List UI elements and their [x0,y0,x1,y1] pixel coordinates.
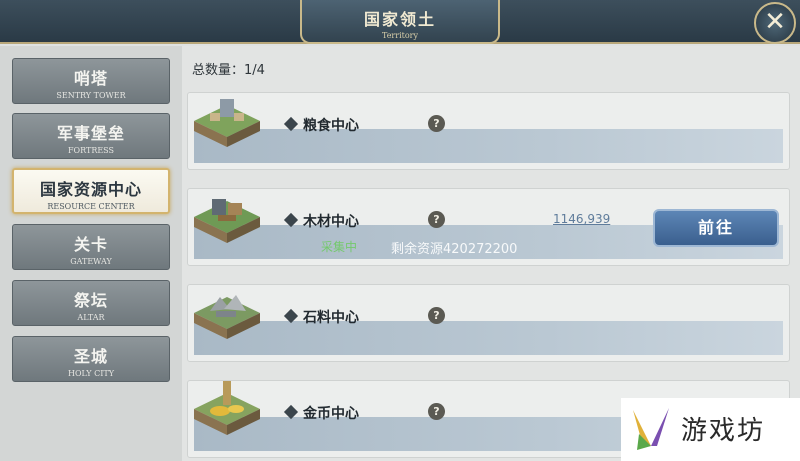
page-title: 国家领土 [363,10,436,29]
question-icon[interactable]: ? [428,115,445,132]
wood-center-thumbnail [194,199,260,243]
resource-name: 金币中心 [303,406,359,422]
gathering-status: 采集中 [321,240,358,254]
page-subtitle: Territory [381,31,419,40]
sidebar-item-fortress[interactable]: 军事堡垒 FORTRESS [12,113,170,159]
card-band [194,321,783,355]
sidebar-item-label: 祭坛 [73,291,108,310]
watermark-text: 游戏坊 [681,416,766,446]
card-band [194,129,783,163]
sidebar-item-holy-city[interactable]: 圣城 HOLY CITY [12,336,170,382]
sidebar-item-label: 关卡 [73,235,108,254]
sidebar-item-label: 军事堡垒 [56,124,125,143]
goto-button[interactable]: 前往 [653,209,779,247]
close-icon: ✕ [764,7,786,37]
sidebar-item-sublabel: GATEWAY [70,257,112,266]
question-icon[interactable]: ? [428,307,445,324]
sidebar-item-sublabel: FORTRESS [67,146,114,155]
sidebar-item-altar[interactable]: 祭坛 ALTAR [12,280,170,326]
watermark: 游戏坊 [621,398,800,461]
resource-card-wood[interactable]: 木材中心 ? 采集中 剩余资源420272200 1146,939 前往 [187,188,790,266]
resource-name: 木材中心 [303,214,359,230]
coordinate-link[interactable]: 1146,939 [553,212,610,226]
sidebar-item-sublabel: SENTRY TOWER [56,91,126,100]
title-plate: 国家领土 Territory [300,0,500,44]
sidebar-item-label: 圣城 [73,347,108,366]
sidebar-item-label: 哨塔 [73,69,108,88]
sidebar-item-sentry-tower[interactable]: 哨塔 SENTRY TOWER [12,58,170,104]
sidebar-item-sublabel: ALTAR [77,313,105,322]
sidebar-item-sublabel: RESOURCE CENTER [47,202,135,211]
sidebar-item-label: 国家资源中心 [39,180,142,199]
question-icon[interactable]: ? [428,403,445,420]
resource-name: 粮食中心 [303,118,359,134]
stone-center-thumbnail [194,295,260,339]
resource-name: 石料中心 [303,310,359,326]
remaining-resources: 剩余资源420272200 [391,242,518,257]
resource-card-grain[interactable]: 粮食中心 ? [187,92,790,170]
close-button[interactable]: ✕ [754,2,796,44]
gold-center-thumbnail [194,381,260,435]
sidebar-item-sublabel: HOLY CITY [67,369,115,378]
resource-card-stone[interactable]: 石料中心 ? [187,284,790,362]
grain-center-thumbnail [194,99,260,147]
sidebar-item-resource-center[interactable]: 国家资源中心 RESOURCE CENTER [12,168,170,214]
watermark-logo-icon [633,408,669,450]
total-count: 总数量：1/4 [192,63,265,78]
question-icon[interactable]: ? [428,211,445,228]
sidebar-item-gateway[interactable]: 关卡 GATEWAY [12,224,170,270]
